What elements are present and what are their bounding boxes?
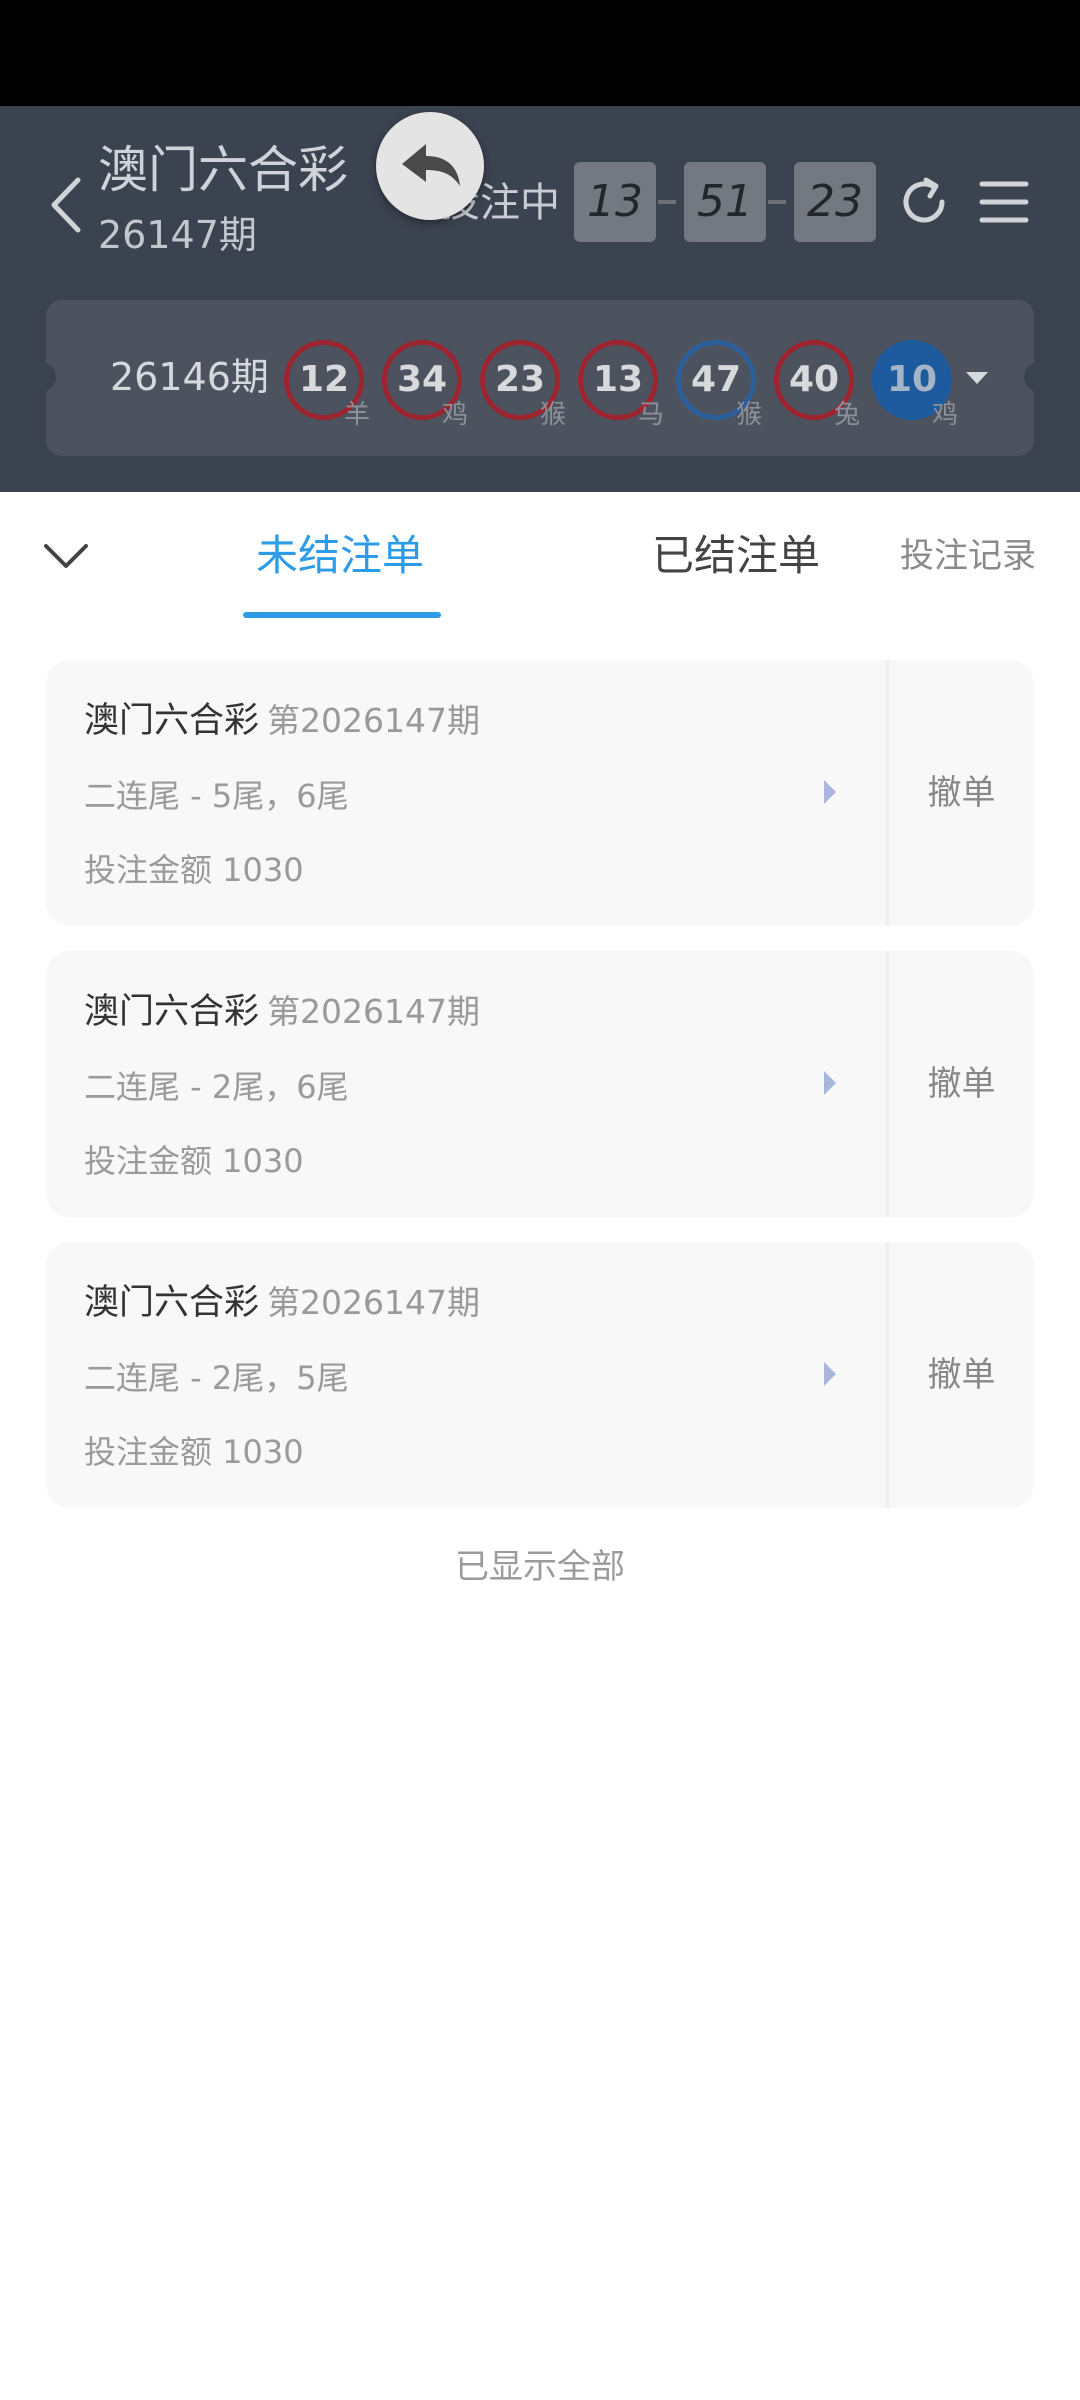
cancel-order-button[interactable]: 撤单 <box>889 660 1034 926</box>
order-game-name: 澳门六合彩 <box>84 1283 260 1323</box>
caret-right-icon <box>824 1071 836 1095</box>
order-amount: 投注金额 1030 <box>84 1433 304 1471</box>
ball-zodiac: 兔 <box>834 400 861 430</box>
floating-back-button[interactable] <box>376 112 484 220</box>
current-period: 26147期 <box>98 213 257 257</box>
order-detail: 二连尾 - 2尾，6尾 <box>84 1068 349 1106</box>
order-period: 第2026147期 <box>267 701 480 740</box>
result-dropdown-icon[interactable] <box>966 372 988 384</box>
countdown-separator <box>658 200 676 204</box>
reply-arrow-icon <box>402 144 460 186</box>
refresh-icon[interactable] <box>894 172 954 232</box>
caret-right-icon <box>824 1362 836 1386</box>
countdown-seconds: 23 <box>794 162 876 242</box>
last-result-period: 26146期 <box>110 355 269 399</box>
order-period: 第2026147期 <box>267 992 480 1031</box>
all-shown-notice: 已显示全部 <box>455 1547 625 1587</box>
order-card[interactable]: 澳门六合彩 第2026147期 二连尾 - 5尾，6尾 投注金额 1030 撤单 <box>46 660 1034 926</box>
countdown-hours: 13 <box>574 162 656 242</box>
ball-zodiac: 马 <box>638 400 665 430</box>
back-chevron-icon[interactable] <box>40 170 100 240</box>
order-amount: 投注金额 1030 <box>84 851 304 889</box>
caret-right-icon <box>824 780 836 804</box>
game-title: 澳门六合彩 <box>98 141 348 199</box>
countdown-minutes: 51 <box>684 162 766 242</box>
ball-zodiac: 羊 <box>344 400 371 430</box>
order-game-name: 澳门六合彩 <box>84 992 260 1032</box>
tab-unsettled[interactable]: 未结注单 <box>256 528 424 584</box>
order-detail: 二连尾 - 5尾，6尾 <box>84 777 349 815</box>
cancel-order-button[interactable]: 撤单 <box>889 1242 1034 1508</box>
countdown-separator <box>768 200 786 204</box>
ball-zodiac: 鸡 <box>932 400 959 430</box>
ball-zodiac: 猴 <box>540 400 567 430</box>
order-period: 第2026147期 <box>267 1283 480 1322</box>
order-detail: 二连尾 - 2尾，5尾 <box>84 1359 349 1397</box>
order-card[interactable]: 澳门六合彩 第2026147期 二连尾 - 2尾，6尾 投注金额 1030 撤单 <box>46 951 1034 1217</box>
order-game-name: 澳门六合彩 <box>84 701 260 741</box>
tab-active-indicator <box>243 612 441 618</box>
order-amount: 投注金额 1030 <box>84 1142 304 1180</box>
tab-settled[interactable]: 已结注单 <box>652 528 820 584</box>
order-card[interactable]: 澳门六合彩 第2026147期 二连尾 - 2尾，5尾 投注金额 1030 撤单 <box>46 1242 1034 1508</box>
status-bar <box>0 0 1080 106</box>
bet-history-link[interactable]: 投注记录 <box>900 534 1036 578</box>
chevron-down-icon[interactable] <box>40 536 92 576</box>
ball-zodiac: 猴 <box>736 400 763 430</box>
cancel-order-button[interactable]: 撤单 <box>889 951 1034 1217</box>
menu-icon[interactable] <box>978 176 1030 228</box>
ball-zodiac: 鸡 <box>442 400 469 430</box>
